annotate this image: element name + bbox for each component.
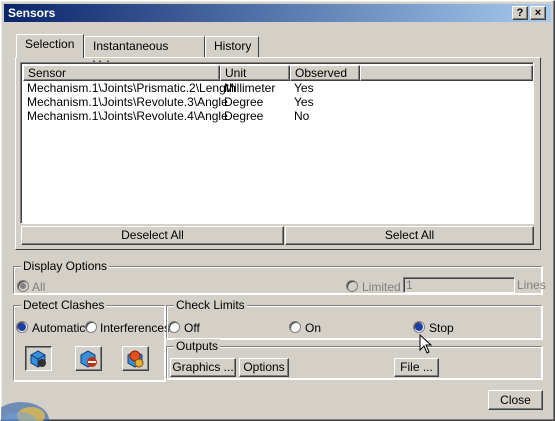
help-button[interactable]: ? (512, 6, 528, 20)
decorative-corner-graphic (1, 386, 61, 421)
select-all-button[interactable]: Select All (285, 226, 534, 245)
sensor-name: Mechanism.1\Joints\Prismatic.2\Length (27, 81, 236, 95)
off-label: Off (184, 321, 200, 335)
tab-instantaneous-values[interactable]: Instantaneous Values (84, 36, 205, 72)
sensor-list[interactable]: Sensor Unit Observed Mechanism.1\Joints\… (20, 62, 534, 224)
graphics-button[interactable]: Graphics ... (170, 358, 236, 377)
all-label: All (32, 280, 46, 294)
sensor-unit: Degree (224, 109, 264, 123)
display-options-legend: Display Options (21, 259, 110, 273)
title-bar[interactable]: Sensors ? × (4, 4, 551, 22)
stop-radio[interactable] (413, 321, 425, 333)
all-radio[interactable] (17, 280, 29, 292)
limited-radio[interactable] (346, 280, 358, 292)
options-button[interactable]: Options (239, 358, 289, 377)
clash-highlight-icon (127, 350, 144, 368)
window-title: Sensors (8, 6, 56, 20)
sensors-dialog: Sensors ? × Selection Instantaneous Valu… (0, 0, 555, 421)
limited-label: Limited (362, 280, 401, 294)
clash-stop-button[interactable] (75, 346, 102, 371)
sensor-observed: Yes (294, 81, 314, 95)
off-radio[interactable] (168, 321, 180, 333)
automatic-radio[interactable] (16, 321, 28, 333)
deselect-all-button[interactable]: Deselect All (21, 226, 284, 245)
tab-history[interactable]: History (205, 36, 259, 57)
close-window-button[interactable]: × (530, 6, 546, 20)
interferences-label: Interferences (100, 321, 171, 335)
close-button[interactable]: Close (488, 390, 543, 410)
clash-stop-icon (80, 350, 97, 368)
sensor-name: Mechanism.1\Joints\Revolute.3\Angle (27, 95, 228, 109)
column-header-empty (360, 65, 533, 81)
stop-label: Stop (429, 321, 454, 335)
column-header-observed[interactable]: Observed (290, 65, 360, 81)
lines-label: Lines (517, 278, 546, 292)
on-label: On (305, 321, 322, 335)
column-header-sensor[interactable]: Sensor (23, 65, 220, 81)
clash-analysis-button[interactable] (25, 346, 52, 371)
automatic-label: Automatic (32, 321, 86, 335)
column-header-unit[interactable]: Unit (220, 65, 290, 81)
outputs-legend: Outputs (174, 339, 221, 353)
clash-highlight-button[interactable] (122, 346, 149, 371)
lines-field[interactable]: 1 (403, 277, 515, 293)
interferences-radio[interactable] (85, 321, 97, 333)
file-button[interactable]: File ... (394, 358, 439, 377)
on-radio[interactable] (289, 321, 301, 333)
sensor-name: Mechanism.1\Joints\Revolute.4\Angle (27, 109, 228, 123)
sensor-unit: Millimeter (224, 81, 276, 95)
mouse-cursor-icon (419, 334, 433, 354)
sensor-observed: No (294, 109, 310, 123)
tab-selection[interactable]: Selection (16, 34, 84, 58)
sensor-unit: Degree (224, 95, 264, 109)
detect-clashes-legend: Detect Clashes (21, 298, 107, 312)
sensor-observed: Yes (294, 95, 314, 109)
check-limits-legend: Check Limits (174, 298, 247, 312)
clash-analysis-icon (30, 350, 46, 368)
